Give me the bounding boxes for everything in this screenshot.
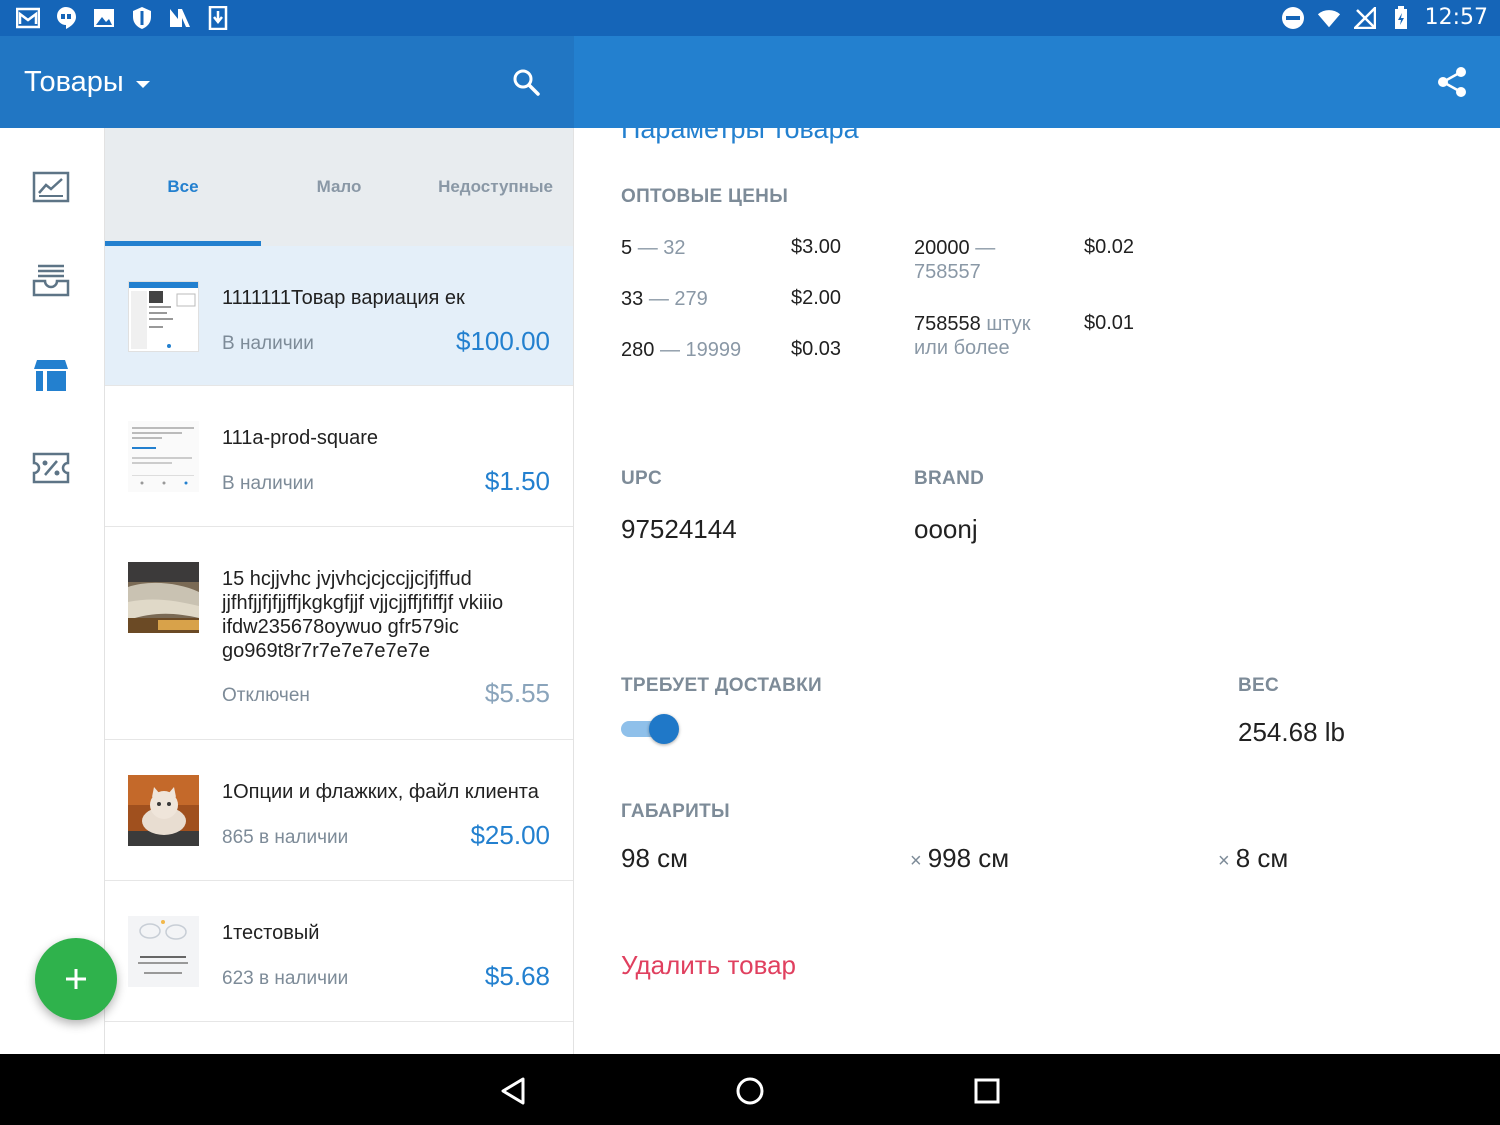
product-list-item[interactable]: 15 hcjjvhc jvjvhcjcjccjjcjfjffud jjfhfjj… [105, 527, 573, 740]
n-app-icon [168, 6, 192, 30]
rail-item-products[interactable] [30, 354, 72, 396]
product-list-panel: Все Мало Недоступные 1111111Товар вариац… [105, 128, 574, 1054]
products-box-icon [34, 360, 68, 391]
brand-value: ooonj [914, 514, 978, 544]
tier-range: 33 — 279 [621, 288, 708, 310]
product-stock: 865 в наличии [222, 827, 349, 848]
dimensions-label: ГАБАРИТЫ [621, 801, 730, 822]
section-title: Параметры товара [621, 128, 859, 144]
photo-thumb [128, 562, 199, 633]
dimension-height: × 8 см [1218, 843, 1289, 873]
product-price: $25.00 [470, 820, 550, 850]
shipping-toggle[interactable] [621, 714, 681, 744]
analytics-icon [32, 171, 70, 203]
weight-label: ВЕС [1238, 675, 1280, 696]
orders-icon [32, 264, 70, 297]
tier-price: $0.01 [1084, 312, 1135, 334]
back-icon [501, 1077, 525, 1105]
download-icon [206, 6, 230, 30]
tier-range: 5 — 32 [621, 237, 686, 259]
shield-icon [130, 6, 154, 30]
tier-price: $2.00 [791, 287, 842, 309]
home-button[interactable] [730, 1071, 770, 1111]
tier-price: $0.03 [791, 338, 842, 360]
discount-icon [32, 452, 70, 484]
product-price: $5.55 [484, 678, 550, 708]
tier-range: 280 — 19999 [621, 339, 742, 361]
section-dropdown[interactable]: Товары [24, 66, 150, 99]
dnd-icon [1281, 6, 1305, 30]
tier-range: 20000 — 758557 [914, 237, 996, 283]
mail-icon [16, 6, 40, 30]
rail-item-analytics[interactable] [30, 166, 72, 208]
dropdown-caret-icon [135, 80, 150, 88]
document-thumb [128, 421, 199, 492]
tab-all[interactable]: Все [105, 128, 261, 246]
tier-price: $0.02 [1084, 236, 1135, 258]
rail-item-discounts[interactable] [30, 447, 72, 489]
product-stock: Отключен [222, 685, 310, 706]
product-list-item[interactable]: 1111111Товар вариация ек В наличии $100.… [105, 246, 573, 386]
dimension-length: 98 см [621, 843, 689, 873]
kitten-photo-thumb [128, 775, 199, 846]
add-product-button[interactable] [35, 938, 117, 1020]
tab-unavailable[interactable]: Недоступные [417, 128, 573, 246]
times-sign: × [1218, 850, 1230, 872]
brand-label: BRAND [914, 468, 985, 489]
recents-button[interactable] [967, 1071, 1007, 1111]
system-nav-bar [0, 1054, 1500, 1125]
wholesale-label: ОПТОВЫЕ ЦЕНЫ [621, 186, 789, 207]
toggle-knob [649, 714, 679, 744]
battery-charging-icon [1389, 5, 1413, 30]
weight-value: 254.68 lb [1238, 717, 1345, 747]
shipping-label: ТРЕБУЕТ ДОСТАВКИ [621, 675, 822, 696]
rail-item-orders[interactable] [30, 259, 72, 301]
upc-value: 97524144 [621, 514, 737, 544]
tier-range: 758558 штук или более [914, 313, 1031, 359]
home-icon [736, 1077, 764, 1105]
product-name: 111a-prod-square [222, 427, 379, 449]
share-icon [1438, 67, 1466, 97]
hangouts-icon [54, 6, 78, 30]
upc-label: UPC [621, 468, 663, 489]
product-price: $5.68 [484, 961, 550, 991]
status-time: 12:57 [1424, 5, 1488, 30]
times-sign: × [910, 850, 922, 872]
product-list-item[interactable]: 1Опции и флажких, файл клиента 865 в нал… [105, 740, 573, 881]
dimension-width: × 998 см [910, 843, 1010, 873]
plus-icon [66, 969, 86, 989]
no-signal-icon [1353, 6, 1377, 30]
status-bar: 12:57 [0, 0, 1500, 36]
product-detail-panel: Параметры товара ОПТОВЫЕ ЦЕНЫ 5 — 32 $3.… [575, 128, 1500, 1054]
wifi-icon [1317, 6, 1341, 30]
app-bar: Товары [0, 36, 1500, 128]
product-price: $1.50 [484, 466, 550, 496]
product-stock: В наличии [222, 473, 314, 494]
back-button[interactable] [493, 1071, 533, 1111]
tier-price: $3.00 [791, 236, 842, 258]
product-name: 1111111Товар вариация ек [222, 287, 465, 309]
search-button[interactable] [506, 62, 546, 102]
product-stock: 623 в наличии [222, 968, 349, 989]
product-list-item[interactable]: 111a-prod-square В наличии $1.50 [105, 386, 573, 527]
image-icon [92, 6, 116, 30]
product-price: $100.00 [456, 326, 550, 356]
search-icon [513, 69, 540, 96]
nav-rail [0, 128, 105, 1054]
tab-low[interactable]: Мало [261, 128, 417, 246]
product-name: 1Опции и флажких, файл клиента [222, 781, 539, 803]
product-stock: В наличии [222, 333, 314, 354]
recents-icon [974, 1078, 1000, 1104]
delete-product-button[interactable]: Удалить товар [621, 950, 796, 981]
product-list-item[interactable]: 1тестовый 623 в наличии $5.68 [105, 881, 573, 1022]
filter-tabs: Все Мало Недоступные [105, 128, 573, 246]
page-title: Товары [24, 66, 124, 98]
product-name: 15 hcjjvhc jvjvhcjcjccjjcjfjffud jjfhfjj… [222, 568, 504, 662]
share-button[interactable] [1432, 62, 1472, 102]
screenshot-thumb [128, 281, 199, 352]
product-name: 1тестовый [222, 922, 320, 944]
clouds-thumb [128, 916, 199, 987]
